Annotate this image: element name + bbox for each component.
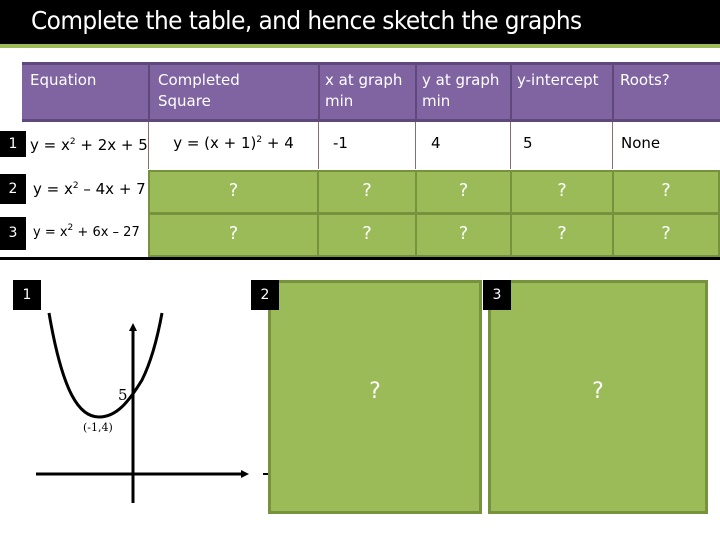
y-intercept-label: 5 xyxy=(118,386,128,404)
y-intercept-answer[interactable]: ? xyxy=(510,170,614,214)
title-underline xyxy=(0,44,720,48)
header-roots: Roots? xyxy=(612,62,720,122)
x-min-answer[interactable]: ? xyxy=(317,170,417,214)
completed-square-answer[interactable]: ? xyxy=(148,213,319,257)
placeholder-question-mark: ? xyxy=(592,379,604,404)
header-label: Completed xyxy=(158,71,240,89)
roots-answer[interactable]: ? xyxy=(612,213,720,257)
row-number-badge: 3 xyxy=(0,217,26,250)
header-equation: Equation xyxy=(22,62,149,122)
y-intercept-cell: 5 xyxy=(510,122,612,169)
header-y-min: y at graph min xyxy=(415,62,511,122)
header-completed-square: Completed Square xyxy=(148,62,319,122)
completed-square-answer[interactable]: ? xyxy=(148,170,319,214)
header-label: y at graph xyxy=(422,71,500,89)
slide-title: Complete the table, and hence sketch the… xyxy=(31,6,582,35)
title-bar: Complete the table, and hence sketch the… xyxy=(0,0,720,44)
header-label: Roots? xyxy=(620,71,670,89)
parabola-curve xyxy=(47,312,164,419)
row-number-badge: 1 xyxy=(0,131,26,157)
header-label: min xyxy=(325,92,354,110)
header-label: Equation xyxy=(30,71,97,89)
completed-square-cell: y = (x + 1)2 + 4 xyxy=(148,122,318,169)
y-min-answer[interactable]: ? xyxy=(415,170,512,214)
equation-cell: y = x2 – 4x + 7 xyxy=(33,180,146,198)
header-x-min: x at graph min xyxy=(318,62,416,122)
row-number-badge: 2 xyxy=(0,174,26,204)
roots-answer[interactable]: ? xyxy=(612,170,720,214)
header-label: x at graph xyxy=(325,71,403,89)
graph-number-badge: 3 xyxy=(483,280,511,310)
header-label: y-intercept xyxy=(517,71,599,89)
header-label: Square xyxy=(158,92,211,110)
roots-cell: None xyxy=(612,122,720,169)
y-min-answer[interactable]: ? xyxy=(415,213,512,257)
table-bottom-rule xyxy=(0,257,720,260)
header-label: min xyxy=(422,92,451,110)
graph-answer-box[interactable]: ? xyxy=(268,280,482,514)
x-min-answer[interactable]: ? xyxy=(317,213,417,257)
minimum-point-label: (-1,4) xyxy=(83,421,113,434)
x-min-cell: -1 xyxy=(318,122,415,169)
header-y-intercept: y-intercept xyxy=(510,62,613,122)
equation-cell: y = x2 + 2x + 5 xyxy=(30,136,148,154)
graph-answer-box[interactable]: ? xyxy=(488,280,708,514)
y-min-cell: 4 xyxy=(415,122,510,169)
graph-number-badge: 1 xyxy=(13,280,41,310)
placeholder-question-mark: ? xyxy=(369,379,381,404)
graph-number-badge: 2 xyxy=(251,280,279,310)
y-intercept-answer[interactable]: ? xyxy=(510,213,614,257)
equation-cell: y = x2 + 6x – 27 xyxy=(33,223,140,241)
